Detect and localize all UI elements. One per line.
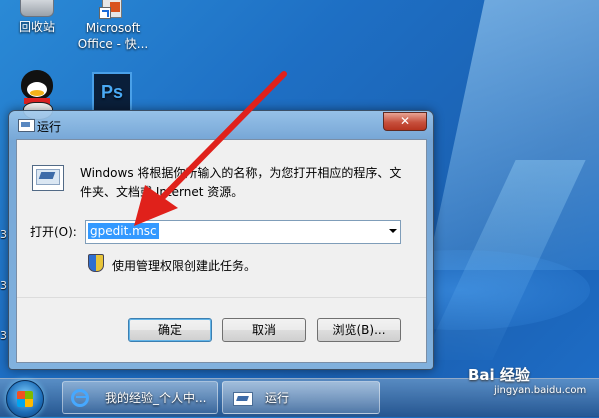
admin-privilege-note: 使用管理权限创建此任务。 <box>112 259 257 273</box>
open-field-label: 打开(O): <box>30 225 77 239</box>
dialog-titlebar[interactable]: 运行 ✕ <box>9 111 433 139</box>
run-app-icon <box>233 392 253 406</box>
open-combobox[interactable]: gpedit.msc <box>85 220 401 244</box>
desktop-icon-photoshop[interactable]: Ps <box>71 72 153 114</box>
photoshop-icon: Ps <box>92 72 132 112</box>
close-button[interactable]: ✕ <box>383 112 427 131</box>
uac-shield-icon <box>88 254 104 272</box>
taskbar-item-browser[interactable]: 我的经验_个人中... <box>62 381 218 414</box>
recycle-bin-icon <box>20 0 54 17</box>
cancel-button[interactable]: 取消 <box>222 318 306 342</box>
windows-logo-icon <box>17 391 33 407</box>
watermark-title: Bai 经验 <box>468 366 530 384</box>
taskbar-item-label: 我的经验_个人中... <box>105 391 207 405</box>
browse-button[interactable]: 浏览(B)... <box>317 318 401 342</box>
desktop-icon-label: 回收站 <box>18 20 55 34</box>
start-button[interactable] <box>6 380 44 418</box>
desktop-icon-office[interactable]: Microsoft Office - 快... <box>72 0 154 52</box>
edge-digit: 3 <box>0 228 7 241</box>
dialog-description: Windows 将根据你所输入的名称，为您打开相应的程序、文件夹、文档或 Int… <box>80 166 402 199</box>
desktop-icon-recycle-bin[interactable]: 回收站 <box>0 0 78 35</box>
dialog-body: Windows 将根据你所输入的名称，为您打开相应的程序、文件夹、文档或 Int… <box>16 139 427 363</box>
office-shortcut-icon <box>99 0 126 19</box>
taskbar-item-run[interactable]: 运行 <box>222 381 380 414</box>
ok-button[interactable]: 确定 <box>128 318 212 342</box>
internet-explorer-icon <box>71 389 89 407</box>
close-icon: ✕ <box>399 114 411 128</box>
run-program-icon <box>32 165 64 191</box>
open-input-value[interactable]: gpedit.msc <box>88 223 159 239</box>
desktop-icon-label: Microsoft Office - 快... <box>77 21 149 51</box>
dialog-title: 运行 <box>37 120 62 134</box>
edge-digit: 3 <box>0 329 7 342</box>
chevron-down-icon[interactable] <box>389 229 397 233</box>
divider <box>17 297 426 298</box>
run-dialog: 运行 ✕ Windows 将根据你所输入的名称，为您打开相应的程序、文件夹、文档… <box>8 110 434 370</box>
edge-digit: 3 <box>0 279 7 292</box>
watermark-url: jingyan.baidu.com <box>494 385 587 396</box>
baidu-jingyan-watermark: Bai 经验 jingyan.baidu.com <box>468 364 586 396</box>
run-app-icon <box>18 119 35 132</box>
taskbar-item-label: 运行 <box>265 391 290 405</box>
